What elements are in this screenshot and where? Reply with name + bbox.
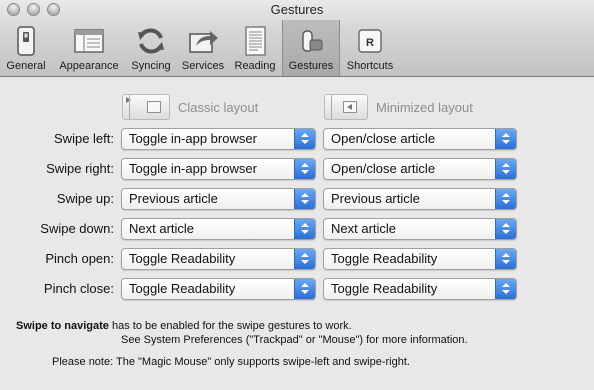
tab-shortcuts-label: Shortcuts xyxy=(346,60,394,72)
tab-syncing-label: Syncing xyxy=(131,60,171,72)
swipe-left-label: Swipe left: xyxy=(54,131,114,146)
pinch-open-label: Pinch open: xyxy=(45,251,114,266)
swipe-note-rest: has to be enabled for the swipe gestures… xyxy=(108,320,352,332)
window-title: Gestures xyxy=(270,2,324,17)
chevron-updown-icon xyxy=(294,159,315,179)
chevron-updown-icon xyxy=(495,159,516,179)
keyboard-key-icon: R xyxy=(353,24,387,58)
swipe-down-minimized-select[interactable]: Next article xyxy=(323,218,517,240)
chevron-updown-icon xyxy=(495,279,516,299)
chevron-updown-icon xyxy=(495,219,516,239)
swipe-right-classic-value: Toggle in-app browser xyxy=(129,161,257,176)
swipe-down-label: Swipe down: xyxy=(40,221,114,236)
classic-layout-icon xyxy=(122,94,170,120)
tab-gestures[interactable]: Gestures xyxy=(282,20,340,76)
document-icon xyxy=(238,24,272,58)
pinch-open-classic-select[interactable]: Toggle Readability xyxy=(121,248,316,270)
chevron-updown-icon xyxy=(294,249,315,269)
magic-mouse-note: Please note: The "Magic Mouse" only supp… xyxy=(52,356,410,368)
tab-services[interactable]: Services xyxy=(178,20,228,76)
swipe-left-classic-value: Toggle in-app browser xyxy=(129,131,257,146)
pinch-open-minimized-value: Toggle Readability xyxy=(331,251,438,266)
pinch-close-minimized-value: Toggle Readability xyxy=(331,281,438,296)
title-toolbar: Gestures General Appearance Syncing Serv… xyxy=(0,0,594,77)
swipe-left-minimized-select[interactable]: Open/close article xyxy=(323,128,517,150)
sync-icon xyxy=(134,24,168,58)
minimized-layout-header: Minimized layout xyxy=(324,93,473,121)
swipe-right-label: Swipe right: xyxy=(46,161,114,176)
window-layout-icon xyxy=(72,24,106,58)
swipe-up-classic-value: Previous article xyxy=(129,191,218,206)
swipe-left-minimized-value: Open/close article xyxy=(331,131,436,146)
pinch-close-minimized-select[interactable]: Toggle Readability xyxy=(323,278,517,300)
gestures-pane: Classic layout Minimized layout Swipe le… xyxy=(0,77,594,390)
swipe-up-classic-select[interactable]: Previous article xyxy=(121,188,316,210)
swipe-right-minimized-select[interactable]: Open/close article xyxy=(323,158,517,180)
share-arrow-icon xyxy=(186,24,220,58)
pinch-close-classic-select[interactable]: Toggle Readability xyxy=(121,278,316,300)
tab-shortcuts[interactable]: R Shortcuts xyxy=(342,20,398,76)
swipe-up-minimized-select[interactable]: Previous article xyxy=(323,188,517,210)
switch-icon xyxy=(9,24,43,58)
chevron-updown-icon xyxy=(495,189,516,209)
pinch-open-minimized-select[interactable]: Toggle Readability xyxy=(323,248,517,270)
tab-syncing[interactable]: Syncing xyxy=(126,20,176,76)
swipe-note-line1: Swipe to navigate has to be enabled for … xyxy=(16,319,352,333)
pinch-open-classic-value: Toggle Readability xyxy=(129,251,236,266)
swipe-down-classic-select[interactable]: Next article xyxy=(121,218,316,240)
swipe-down-classic-value: Next article xyxy=(129,221,195,236)
swipe-left-classic-select[interactable]: Toggle in-app browser xyxy=(121,128,316,150)
chevron-updown-icon xyxy=(294,129,315,149)
tab-appearance[interactable]: Appearance xyxy=(54,20,124,76)
pinch-close-classic-value: Toggle Readability xyxy=(129,281,236,296)
tab-reading-label: Reading xyxy=(234,60,276,72)
chevron-updown-icon xyxy=(294,219,315,239)
classic-layout-label: Classic layout xyxy=(178,99,259,115)
chevron-updown-icon xyxy=(294,279,315,299)
swipe-up-label: Swipe up: xyxy=(56,191,114,206)
minimized-layout-label: Minimized layout xyxy=(376,99,473,115)
swipe-note-line2: See System Preferences ("Trackpad" or "M… xyxy=(121,334,468,346)
pinch-close-label: Pinch close: xyxy=(43,281,114,296)
tab-gestures-label: Gestures xyxy=(288,60,334,72)
preferences-window: Gestures General Appearance Syncing Serv… xyxy=(0,0,594,390)
tab-reading[interactable]: Reading xyxy=(230,20,280,76)
swipe-down-minimized-value: Next article xyxy=(331,221,397,236)
tab-general[interactable]: General xyxy=(2,20,50,76)
shortcut-key-glyph: R xyxy=(366,37,374,49)
minimized-layout-icon xyxy=(324,94,368,120)
tab-appearance-label: Appearance xyxy=(59,60,119,72)
classic-layout-header: Classic layout xyxy=(122,93,258,121)
swipe-up-minimized-value: Previous article xyxy=(331,191,420,206)
chevron-updown-icon xyxy=(294,189,315,209)
tab-general-label: General xyxy=(6,60,46,72)
swipe-right-minimized-value: Open/close article xyxy=(331,161,436,176)
chevron-updown-icon xyxy=(495,249,516,269)
swipe-right-classic-select[interactable]: Toggle in-app browser xyxy=(121,158,316,180)
gesture-icon xyxy=(294,24,328,58)
tab-services-label: Services xyxy=(181,60,225,72)
swipe-note-bold: Swipe to navigate xyxy=(16,320,109,332)
chevron-updown-icon xyxy=(495,129,516,149)
